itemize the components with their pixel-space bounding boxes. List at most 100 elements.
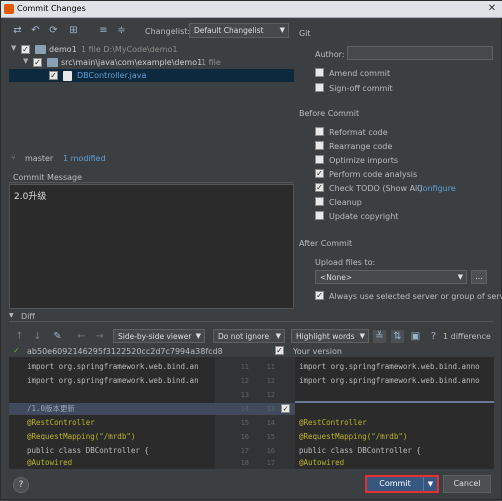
tree-row-package[interactable]: ▼ ✓ src\main\java\com\example\demo1 1 fi… [9, 56, 294, 69]
refresh-icon[interactable]: ⟳ [47, 24, 60, 37]
options-panel: Git Author: Amend commit Sign-off commit… [299, 21, 502, 311]
checkbox-box[interactable] [315, 211, 324, 220]
left-line-number: 13 [240, 391, 249, 399]
code-line: public class DBController { [299, 446, 421, 455]
title-bar: Commit Changes ✕ [1, 1, 502, 18]
checkbox-box[interactable] [315, 141, 324, 150]
diff-toolbar: ↑ ↓ ✎ ← → Side-by-side viewer ▼ Do not i… [9, 327, 494, 345]
right-pane: import org.springframework.web.bind.anno… [295, 357, 494, 469]
package-meta: 1 file [201, 58, 221, 67]
chevron-down-icon[interactable]: ▼ [9, 312, 14, 319]
upload-server-select[interactable]: <None> ▼ [315, 270, 467, 284]
help-button[interactable]: ? [13, 477, 29, 493]
commit-button[interactable]: Commit ▼ [365, 475, 439, 493]
left-line-number: 18 [240, 459, 249, 467]
file-checkbox[interactable]: ✓ [49, 71, 58, 80]
left-line-number: 17 [240, 447, 249, 455]
include-change-checkbox[interactable]: ✓ [281, 404, 290, 413]
checkbox-box[interactable] [315, 127, 324, 136]
configure-link[interactable]: Configure [417, 184, 456, 193]
tree-row-file[interactable]: ✓ DBController.java [9, 69, 294, 82]
version-bar: ✓ ab50e6092146295f3122520cc2d7c7994a38fc… [9, 345, 494, 357]
commit-message-header: Commit Message [9, 173, 294, 183]
folder-icon [47, 58, 58, 67]
collapse-all-icon[interactable]: ≑ [115, 24, 128, 37]
edit-icon[interactable]: ✎ [51, 330, 64, 343]
align-icon[interactable]: ≚ [373, 330, 386, 343]
code-line: import org.springframework.web.bind.anno [299, 376, 480, 385]
left-line-number: 11 [240, 363, 249, 371]
group-icon[interactable]: ⊞ [67, 24, 80, 37]
package-label: src\main\java\com\example\demo1 [61, 58, 203, 67]
diff-arrow-icon[interactable]: ⇄ [11, 24, 24, 37]
code-line: @Autowired [27, 458, 73, 467]
right-line-number: 16 [266, 447, 275, 455]
version-checkbox[interactable]: ✓ [275, 346, 284, 355]
changelist-select[interactable]: Default Changelist ▼ [189, 23, 289, 38]
code-line: @RestController [27, 418, 95, 427]
cancel-button[interactable]: Cancel [443, 475, 491, 493]
chevron-down-icon: ▼ [457, 273, 463, 281]
code-line: public class DBController { [27, 446, 149, 455]
chevron-down-icon: ▼ [275, 332, 281, 340]
viewer-value: Side-by-side viewer [118, 332, 192, 341]
checkbox-box[interactable] [315, 155, 324, 164]
left-line-number: 12 [240, 377, 249, 385]
window-title: Commit Changes [17, 4, 86, 13]
upload-browse-button[interactable]: ... [471, 270, 487, 284]
checkbox-box[interactable] [315, 197, 324, 206]
rollback-icon[interactable]: ↶ [29, 24, 42, 37]
package-checkbox[interactable]: ✓ [33, 58, 42, 67]
chevron-down-icon[interactable]: ▼ [423, 477, 437, 491]
optimize-imports-label: Optimize imports [329, 156, 398, 165]
left-pane: import org.springframework.web.bind.an i… [9, 357, 215, 469]
modified-count[interactable]: 1 modified [63, 154, 106, 163]
changes-toolbar: ⇄ ↶ ⟳ ⊞ ≡ ≑ Changelist: Default Changeli… [9, 21, 294, 41]
close-icon[interactable]: ✕ [485, 3, 499, 15]
tree-row-module[interactable]: ▼ ✓ demo1 1 file D:\MyCode\demo1 [9, 43, 294, 56]
branch-name: master [25, 154, 54, 163]
sync-scroll-icon[interactable]: ⇅ [391, 330, 404, 343]
highlight-select[interactable]: Highlight words ▼ [291, 329, 369, 343]
signoff-label: Sign-off commit [329, 84, 393, 93]
always-use-label: Always use selected server or group of s… [329, 292, 502, 301]
code-line: import org.springframework.web.bind.anno [299, 362, 480, 371]
expand-all-icon[interactable]: ≡ [97, 24, 110, 37]
chevron-down-icon[interactable]: ▼ [23, 57, 28, 65]
arrow-right-icon[interactable]: → [93, 330, 106, 343]
checkbox-box[interactable]: ✓ [315, 169, 324, 178]
code-line: @RequestMapping("/mrdb") [299, 432, 408, 441]
code-line: import org.springframework.web.bind.an [27, 362, 199, 371]
changelist-value: Default Changelist [194, 26, 264, 35]
commit-button-label[interactable]: Commit [367, 477, 423, 491]
ignore-select[interactable]: Do not ignore ▼ [213, 329, 285, 343]
your-version-label: Your version [293, 347, 342, 356]
diff-code-view: import org.springframework.web.bind.an i… [9, 357, 494, 469]
arrow-left-icon[interactable]: ← [75, 330, 88, 343]
after-commit-section-title: After Commit [299, 239, 353, 248]
code-line: @RestController [299, 418, 367, 427]
arrow-up-icon[interactable]: ↑ [13, 330, 26, 343]
arrow-down-icon[interactable]: ↓ [31, 330, 44, 343]
changelist-label: Changelist: [145, 27, 191, 36]
amend-label: Amend commit [329, 69, 391, 78]
right-line-number: 12 [266, 377, 275, 385]
changes-tree: ▼ ✓ demo1 1 file D:\MyCode\demo1 ▼ ✓ src… [9, 41, 294, 149]
checkbox-box[interactable] [315, 83, 324, 92]
commit-message-input[interactable]: 2.0升级 [9, 184, 294, 309]
chevron-down-icon: ▼ [195, 332, 201, 340]
author-input[interactable] [347, 46, 493, 60]
viewer-select[interactable]: Side-by-side viewer ▼ [113, 329, 205, 343]
git-section-title: Git [299, 29, 311, 38]
module-checkbox[interactable]: ✓ [21, 45, 30, 54]
help-icon[interactable]: ? [427, 330, 440, 343]
checkbox-box[interactable]: ✓ [315, 291, 324, 300]
checkbox-box[interactable] [315, 68, 324, 77]
chevron-down-icon[interactable]: ▼ [11, 44, 16, 52]
right-line-number: 13 [266, 405, 275, 413]
code-analysis-label: Perform code analysis [329, 170, 418, 179]
lock-icon[interactable]: ▣ [409, 330, 422, 343]
rearrange-label: Rearrange code [329, 142, 393, 151]
checkbox-box[interactable]: ✓ [315, 183, 324, 192]
